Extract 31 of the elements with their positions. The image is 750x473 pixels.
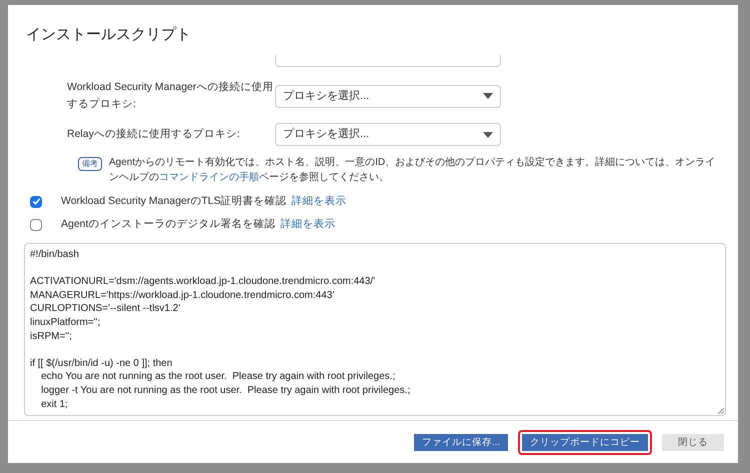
script-line: if [[ $(/usr/bin/id -u) -ne 0 ]]; then <box>30 356 174 370</box>
script-line: linuxPlatform=''; <box>30 316 102 330</box>
script-line: isRPM=''; <box>30 330 73 344</box>
proxy-select[interactable]: プロキシを選択... <box>275 84 501 108</box>
field-label: Relayへの接続に使用するプロキシ: <box>67 127 241 142</box>
details-link[interactable]: 詳細を表示 <box>280 216 336 232</box>
script-line: logger -t You are not running as the root user. Please try again with root privileges.; <box>40 384 412 398</box>
caret-icon <box>483 132 493 138</box>
script-line: ACTIVATIONURL='dsm://agents.workload.jp-1.cloudone.trendmicro.com:443/' <box>30 275 376 289</box>
script-line: CURLOPTIONS='--silent --tlsv1.2' <box>30 302 182 316</box>
script-line: MANAGERURL='https://workload.jp-1.cloudone.trendmicro.com:443' <box>30 288 336 302</box>
script-textarea[interactable] <box>24 243 726 416</box>
details-link[interactable]: 詳細を表示 <box>292 194 347 210</box>
checkbox[interactable] <box>30 218 42 230</box>
note-badge: 備考 <box>78 157 102 171</box>
note-text: Agentからのリモート有効化では、ホスト名、説明、一意のID、およびその他のプロパティも設定できます。詳細については、オンラインヘルプのコマンドラインの手順ページを参照してください。 <box>109 156 716 185</box>
checkbox[interactable] <box>30 196 42 208</box>
command-line-link[interactable]: コマンドラインの手順 <box>159 172 259 183</box>
checkbox-label: Workload Security ManagerのTLS証明書を確認 <box>61 194 287 209</box>
proxy-select[interactable]: プロキシを選択... <box>275 123 501 146</box>
script-line: exit 1; <box>40 398 69 412</box>
caret-icon <box>483 93 493 99</box>
checkmark-icon <box>32 197 40 206</box>
relay-select-field[interactable] <box>275 55 501 67</box>
checkbox-label: Agentのインストーラのデジタル署名を確認 <box>61 216 276 232</box>
resize-handle-icon[interactable] <box>717 407 724 414</box>
script-line: echo You are not running as the root user. Please try again with root privileges.; <box>40 370 396 384</box>
field-label: Workload Security Managerへの接続に使用するプロキシ: <box>67 80 274 112</box>
dialog-title: インストールスクリプト <box>25 25 192 45</box>
script-line: #!/bin/bash <box>30 248 80 262</box>
dialog-button[interactable]: クリップボードにコピー <box>518 430 652 454</box>
